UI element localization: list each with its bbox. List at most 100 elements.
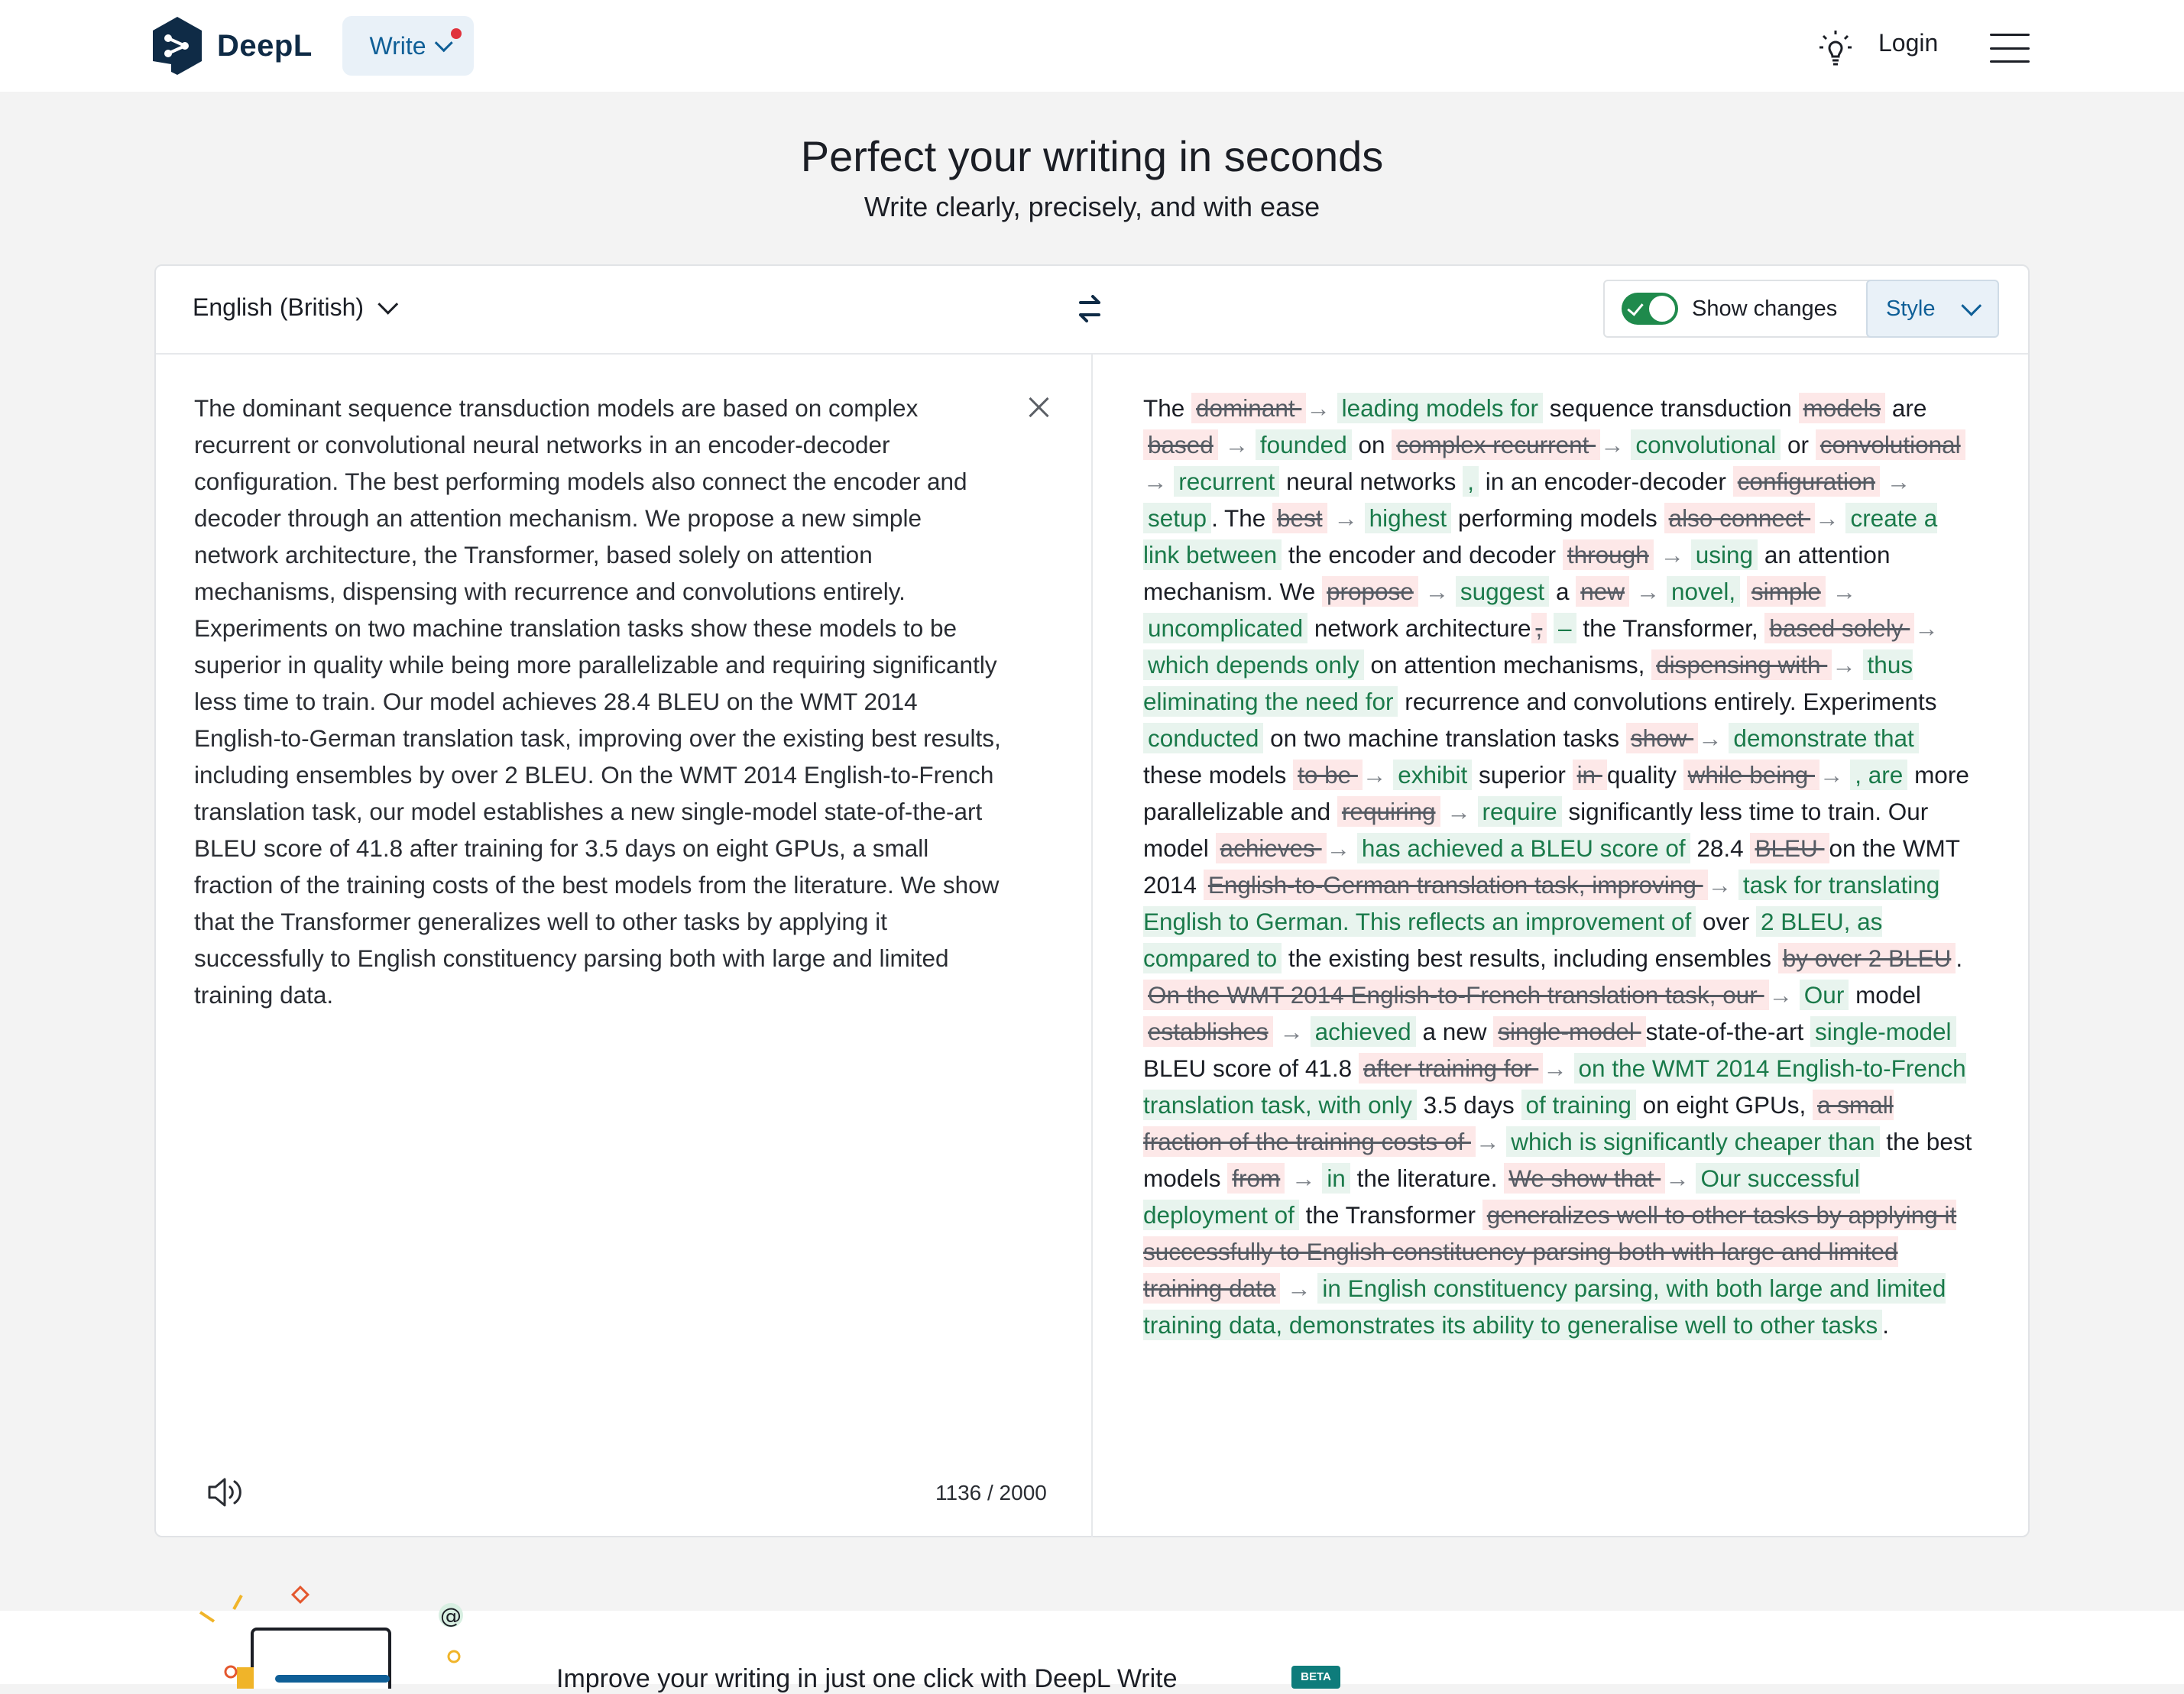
inserted-text[interactable]: using <box>1690 539 1758 570</box>
inserted-text[interactable]: , are <box>1850 760 1908 790</box>
inserted-text[interactable]: novel, <box>1667 576 1741 607</box>
change-arrow: → <box>1440 798 1478 825</box>
deleted-text[interactable]: while being <box>1683 760 1820 790</box>
deleted-text[interactable]: based solely <box>1764 613 1915 643</box>
improved-text-output[interactable]: The dominant → leading models for sequen… <box>1143 390 1976 1343</box>
deleted-text[interactable]: requiring <box>1337 796 1440 827</box>
deleted-text[interactable]: new <box>1576 576 1630 607</box>
change-arrow: → <box>1819 761 1851 789</box>
inserted-text[interactable]: require <box>1477 796 1562 827</box>
inserted-text[interactable]: uncomplicated <box>1143 613 1308 643</box>
deleted-text[interactable]: BLEU <box>1750 833 1829 863</box>
deleted-text[interactable]: We show that <box>1504 1163 1666 1194</box>
change-arrow: → <box>1543 1054 1574 1082</box>
deleted-text[interactable]: models <box>1798 393 1886 423</box>
deleted-text[interactable]: On the WMT 2014 English-to-French transl… <box>1143 980 1769 1010</box>
inserted-text[interactable]: leading models for <box>1337 393 1544 423</box>
deleted-text[interactable]: , <box>1531 613 1547 643</box>
write-illustration-icon: @ <box>199 1585 463 1689</box>
deleted-text[interactable]: establishes <box>1143 1016 1273 1047</box>
inserted-text[interactable]: , <box>1463 466 1479 497</box>
unchanged-text: recurrence and convolutions entirely. Ex… <box>1398 688 1937 715</box>
show-changes-label: Show changes <box>1692 296 1838 321</box>
swap-arrows-icon[interactable] <box>1074 292 1105 326</box>
deleted-text[interactable]: by over 2 BLEU <box>1777 943 1956 973</box>
inserted-text[interactable]: Our <box>1799 980 1849 1010</box>
language-selector[interactable]: English (British) <box>193 293 399 322</box>
inserted-text[interactable]: which depends only <box>1143 649 1364 680</box>
deleted-text[interactable]: from <box>1227 1163 1285 1194</box>
brand-logo[interactable]: DeepL <box>151 15 313 76</box>
character-count: 1136 / 2000 <box>935 1481 1047 1505</box>
inserted-text[interactable]: exhibit <box>1393 760 1473 790</box>
write-editor-panel: English (British) Show changes Style The… <box>154 264 2030 1537</box>
check-icon <box>1627 299 1644 316</box>
deleted-text[interactable]: in <box>1572 760 1607 790</box>
unchanged-text: 3.5 days <box>1416 1091 1521 1119</box>
change-arrow: → <box>1418 578 1456 605</box>
change-arrow: → <box>1914 614 1939 642</box>
login-link[interactable]: Login <box>1878 29 1938 57</box>
toggle-switch[interactable] <box>1622 293 1678 325</box>
beta-badge: BETA <box>1291 1666 1340 1689</box>
deleted-text[interactable]: show <box>1625 723 1699 753</box>
unchanged-text: performing models <box>1451 504 1664 532</box>
inserted-text[interactable]: has achieved a BLEU score of <box>1356 833 1690 863</box>
deleted-text[interactable]: convolutional <box>1815 429 1965 460</box>
change-arrow: → <box>1327 504 1365 532</box>
deleted-text[interactable]: simple <box>1746 576 1826 607</box>
show-changes-toggle[interactable]: Show changes <box>1603 280 1894 338</box>
change-arrow: → <box>1665 1164 1696 1192</box>
change-arrow: → <box>1280 1275 1318 1302</box>
write-menu-button[interactable]: Write <box>342 16 474 76</box>
deleted-text[interactable]: through <box>1562 539 1654 570</box>
unchanged-text: quality <box>1606 761 1683 789</box>
inserted-text[interactable]: which is significantly cheaper than <box>1506 1126 1880 1157</box>
source-text-input[interactable]: The dominant sequence transduction model… <box>194 390 1004 1013</box>
deleted-text[interactable]: based <box>1143 429 1218 460</box>
menu-line <box>1990 47 2030 50</box>
change-arrow: → <box>1815 504 1846 532</box>
deleted-text[interactable]: propose <box>1322 576 1418 607</box>
change-arrow: → <box>1880 468 1911 495</box>
unchanged-text: the Transformer, <box>1576 614 1765 642</box>
inserted-text[interactable]: achieved <box>1310 1016 1416 1047</box>
unchanged-text: The <box>1143 394 1192 422</box>
unchanged-text: on eight GPUs, <box>1635 1091 1813 1119</box>
deleted-text[interactable]: after training for <box>1358 1053 1544 1083</box>
deleted-text[interactable]: best <box>1272 503 1327 533</box>
change-arrow: → <box>1326 834 1357 862</box>
inserted-text[interactable]: conducted <box>1143 723 1264 753</box>
deleted-text[interactable]: to be <box>1293 760 1363 790</box>
change-arrow: → <box>1768 981 1800 1009</box>
deleted-text[interactable]: also connect <box>1664 503 1816 533</box>
change-arrow: → <box>1217 431 1256 458</box>
lightbulb-icon[interactable] <box>1819 29 1852 66</box>
inserted-text[interactable]: suggest <box>1455 576 1550 607</box>
unchanged-text: a new <box>1415 1018 1494 1045</box>
inserted-text[interactable]: single-model <box>1810 1016 1956 1047</box>
inserted-text[interactable]: convolutional <box>1631 429 1781 460</box>
hamburger-menu-icon[interactable] <box>1990 34 2030 63</box>
deleted-text[interactable]: achieves <box>1215 833 1327 863</box>
inserted-text[interactable]: highest <box>1364 503 1452 533</box>
inserted-text[interactable]: recurrent <box>1174 466 1280 497</box>
deleted-text[interactable]: English-to-German translation task, impr… <box>1203 870 1708 900</box>
close-icon[interactable] <box>1026 394 1051 420</box>
inserted-text[interactable]: demonstrate that <box>1729 723 1919 753</box>
deleted-text[interactable]: dominant <box>1191 393 1307 423</box>
deleted-text[interactable]: single-model <box>1493 1016 1646 1047</box>
deleted-text[interactable]: configuration <box>1732 466 1881 497</box>
inserted-text[interactable]: setup <box>1143 503 1212 533</box>
unchanged-text: . The <box>1211 504 1273 532</box>
inserted-text[interactable]: of training <box>1521 1090 1636 1120</box>
inserted-text[interactable]: in <box>1322 1163 1350 1194</box>
style-dropdown-button[interactable]: Style <box>1866 280 1999 338</box>
unchanged-text: BLEU score of 41.8 <box>1143 1054 1359 1082</box>
speaker-icon[interactable] <box>206 1475 246 1510</box>
inserted-text[interactable]: – <box>1554 613 1576 643</box>
unchanged-text: 28.4 <box>1690 834 1751 862</box>
deleted-text[interactable]: dispensing with <box>1651 649 1832 680</box>
inserted-text[interactable]: founded <box>1255 429 1352 460</box>
deleted-text[interactable]: complex recurrent <box>1392 429 1601 460</box>
